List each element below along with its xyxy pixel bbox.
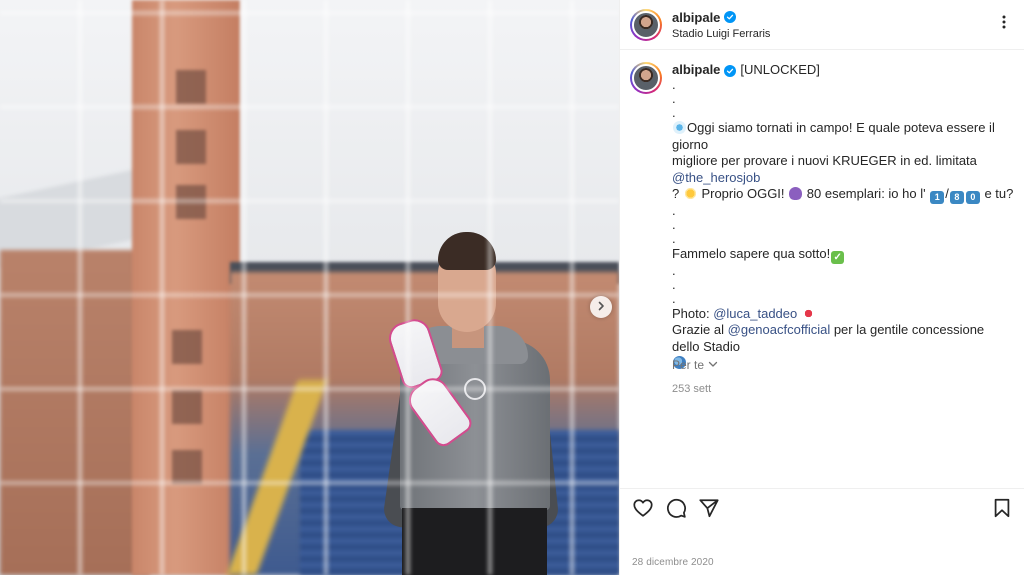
caption-line-text: Photo: — [672, 306, 714, 322]
caption-line: ? Proprio OGGI! 80 esemplari: io ho l' 1… — [672, 186, 1015, 205]
caption-line-text: Fammelo sapere qua sotto! — [672, 246, 831, 262]
caption-first-line: albipale [UNLOCKED] — [672, 62, 1015, 78]
author-username-row: albipale — [672, 10, 996, 25]
verified-badge-icon — [724, 65, 737, 77]
comment-button[interactable] — [665, 497, 687, 524]
post-caption: albipale [UNLOCKED] . . . Oggi siamo torn… — [620, 62, 1024, 397]
chevron-right-icon — [596, 298, 606, 316]
share-button[interactable] — [698, 497, 720, 524]
caption-dot: . — [672, 203, 676, 219]
chevron-down-icon — [708, 358, 718, 372]
caption-line: migliore per provare i nuovi KRUEGER in … — [672, 153, 1015, 186]
caption-dot: . — [672, 263, 676, 279]
caption-dot: . — [672, 105, 676, 121]
caption-line: Grazie al @genoacfcofficial per la genti… — [672, 322, 1015, 355]
caption-line-text: Oggi siamo tornati in campo! E quale pot… — [672, 120, 995, 152]
caption-tag: [UNLOCKED] — [740, 62, 820, 77]
post-photo[interactable] — [0, 0, 619, 575]
caption-line: Photo: @luca_taddeo — [672, 306, 1015, 322]
collision-emoji-icon — [801, 307, 815, 321]
keycap-zero-emoji-icon: 0 — [965, 191, 980, 205]
bookmark-icon — [991, 497, 1013, 524]
mention-link[interactable]: @the_herosjob — [672, 170, 760, 185]
caption-line: Fammelo sapere qua sotto! ✓ — [672, 246, 1015, 265]
caption-dot: . — [672, 217, 676, 233]
caption-relative-time[interactable]: 253 sett — [672, 381, 1015, 397]
caption-username[interactable]: albipale — [672, 62, 720, 77]
caption-text: albipale [UNLOCKED] . . . Oggi siamo torn… — [672, 62, 1015, 397]
post-side-panel: albipale Stadio Luigi Ferraris albipale [… — [619, 0, 1024, 575]
instagram-post-modal: albipale Stadio Luigi Ferraris albipale [… — [0, 0, 1024, 575]
caption-line-text: Proprio OGGI! — [697, 186, 789, 202]
like-button[interactable] — [632, 497, 654, 524]
next-photo-button[interactable] — [590, 296, 612, 318]
keycap-eight-emoji-icon: 8 — [949, 191, 964, 205]
caption-line-text: / — [945, 186, 949, 202]
post-actions: 28 dicembre 2020 — [620, 488, 1024, 575]
caption-dot: . — [672, 277, 676, 293]
snowflake-emoji-icon — [673, 121, 686, 135]
mention-link[interactable]: @genoacfcofficial — [728, 322, 831, 337]
caption-line-text: migliore per provare i nuovi KRUEGER in … — [672, 153, 977, 169]
caption-author-avatar[interactable] — [630, 62, 662, 94]
photo-goal-net — [0, 0, 619, 575]
caption-dot: . — [672, 77, 676, 93]
caption-dot: . — [672, 231, 676, 247]
more-options-button[interactable] — [996, 14, 1012, 35]
post-location[interactable]: Stadio Luigi Ferraris — [672, 28, 996, 40]
verified-badge-icon — [724, 11, 737, 23]
caption-line — [672, 355, 1015, 371]
more-options-icon — [996, 14, 1012, 35]
caption-line-text: Grazie al — [672, 322, 728, 338]
caption-line-text: e tu? — [980, 186, 1014, 202]
author-avatar[interactable] — [630, 8, 662, 41]
caption-dot: . — [672, 291, 676, 307]
mention-link[interactable]: @luca_taddeo — [713, 306, 797, 321]
post-header: albipale Stadio Luigi Ferraris — [620, 0, 1024, 50]
save-button[interactable] — [991, 497, 1013, 524]
caption-line: Oggi siamo tornati in campo! E quale pot… — [672, 120, 1015, 153]
for-you-label: Per te — [672, 358, 705, 372]
caption-line-text: ? — [672, 186, 683, 202]
comment-icon — [665, 497, 687, 524]
post-date[interactable]: 28 dicembre 2020 — [632, 557, 1013, 568]
heart-icon — [632, 497, 654, 524]
sun-emoji-icon — [683, 187, 697, 201]
action-icons-row — [632, 497, 1013, 524]
caption-line-text: 80 esemplari: io ho l' — [803, 186, 930, 202]
send-icon — [698, 497, 720, 524]
check-mark-emoji-icon: ✓ — [831, 251, 845, 265]
caption-dot: . — [672, 91, 676, 107]
for-you-dropdown[interactable]: Per te — [672, 358, 718, 372]
purple-heart-emoji-icon — [789, 187, 803, 201]
author-username[interactable]: albipale — [672, 10, 720, 25]
author-info: albipale Stadio Luigi Ferraris — [672, 10, 996, 40]
keycap-one-emoji-icon: 1 — [930, 191, 945, 205]
